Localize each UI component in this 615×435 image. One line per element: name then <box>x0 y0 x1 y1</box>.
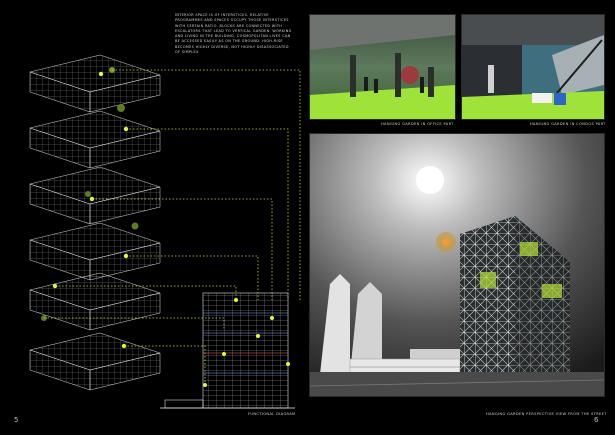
caption-perspective: Hanging garden perspective view from the… <box>486 412 607 416</box>
board: Interior space is of interstices. Relati… <box>0 0 615 435</box>
floor-block-1 <box>29 54 161 113</box>
condo-garden-render <box>461 14 605 120</box>
caption-office: Hanging garden in office part <box>381 122 454 126</box>
floor-block-5 <box>29 272 161 331</box>
caption-condo: Hanging garden in condos part <box>530 122 606 126</box>
street-perspective-render <box>309 133 605 397</box>
floor-block-2 <box>29 104 161 169</box>
floor-block-3 <box>29 166 161 225</box>
section-tower <box>160 292 295 409</box>
intro-text: Interior space is of interstices. Relati… <box>175 13 292 55</box>
office-garden-render <box>309 14 456 120</box>
floor-block-6 <box>29 332 161 391</box>
caption-diagram: Functional diagram <box>248 412 296 416</box>
page-number-right: 6 <box>594 416 599 424</box>
floor-block-4 <box>29 222 161 281</box>
page-number-left: 5 <box>14 416 19 424</box>
